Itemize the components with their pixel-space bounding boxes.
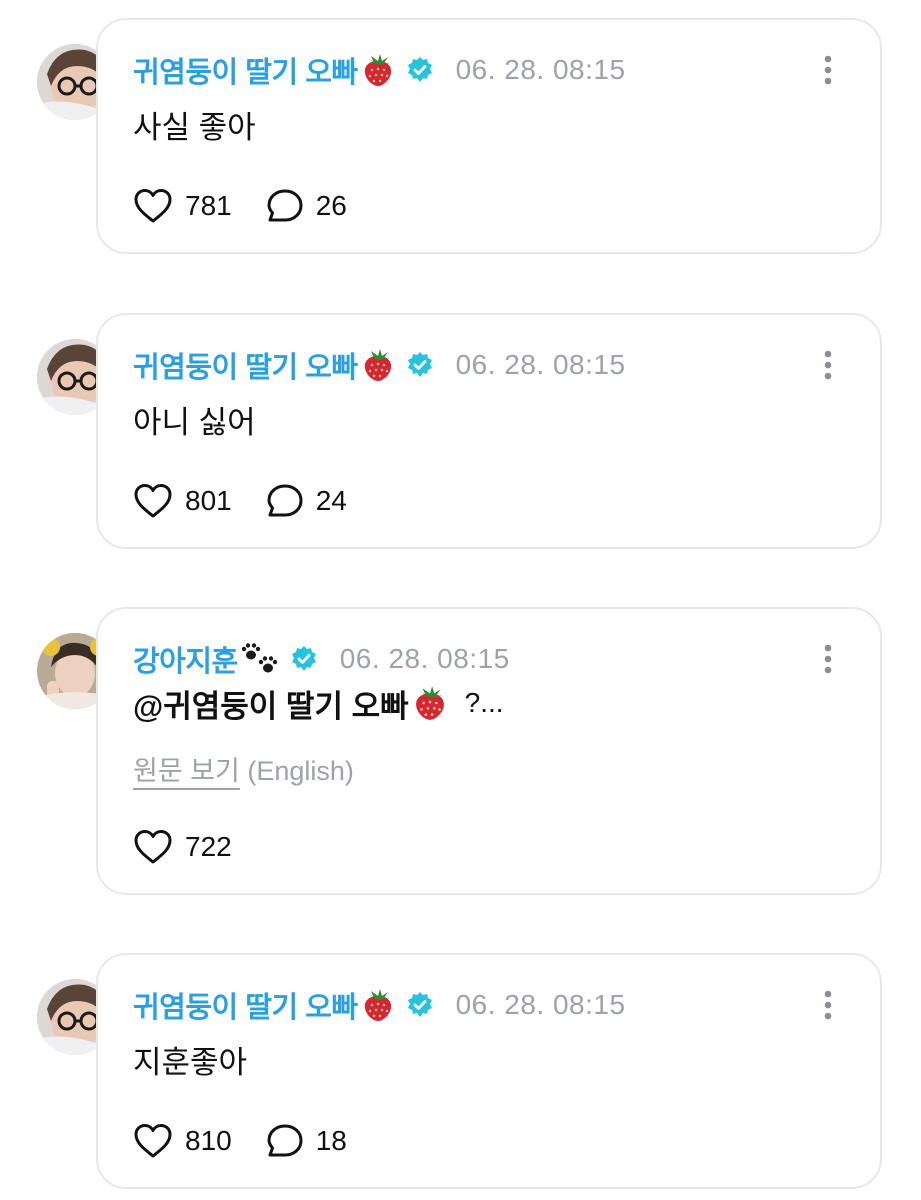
comment-icon xyxy=(266,1123,304,1159)
post-header: 귀염둥이 딸기 오빠 06. 28. 08:15 xyxy=(133,985,626,1025)
view-original-label: 원문 보기 xyxy=(133,756,240,786)
timestamp: 06. 28. 08:15 xyxy=(455,349,626,380)
heart-icon xyxy=(133,829,173,865)
more-options-icon[interactable] xyxy=(824,350,832,380)
like-count: 810 xyxy=(185,1125,232,1156)
comment-icon xyxy=(266,188,304,224)
strawberry-icon xyxy=(411,684,449,722)
comment-count: 26 xyxy=(315,190,347,221)
timestamp: 06. 28. 08:15 xyxy=(455,54,626,85)
verified-badge-icon xyxy=(290,645,318,673)
post-text: 사실 좋아 xyxy=(133,110,256,145)
post-header: 귀염둥이 딸기 오빠 06. 28. 08:15 xyxy=(133,345,626,385)
like-count: 801 xyxy=(185,485,232,516)
author-name[interactable]: 귀염둥이 딸기 오빠 xyxy=(133,49,358,91)
author-name[interactable]: 귀염둥이 딸기 오빠 xyxy=(133,344,358,386)
verified-badge-icon xyxy=(406,351,434,379)
like-button[interactable]: 781 xyxy=(133,188,232,224)
author-name[interactable]: 강아지훈 xyxy=(133,638,238,680)
timestamp: 06. 28. 08:15 xyxy=(339,643,510,674)
strawberry-icon xyxy=(360,987,396,1023)
post-card[interactable]: 귀염둥이 딸기 오빠 06. 28. 08:15 지훈좋아 810 18 xyxy=(96,953,882,1189)
post-2: 귀염둥이 딸기 오빠 06. 28. 08:15 아니 싫어 801 24 xyxy=(0,313,921,549)
post-text: 아니 싫어 xyxy=(133,405,256,440)
post-1: 귀염둥이 딸기 오빠 06. 28. 08:15 사실 좋아 781 26 xyxy=(0,18,921,254)
comment-button[interactable]: 24 xyxy=(266,483,347,519)
comment-count: 24 xyxy=(315,485,347,516)
comment-icon xyxy=(266,483,304,519)
more-options-icon[interactable] xyxy=(824,990,832,1020)
post-actions: 781 26 xyxy=(133,184,347,228)
post-actions: 810 18 xyxy=(133,1119,347,1163)
comment-count: 18 xyxy=(315,1125,347,1156)
post-header: 강아지훈 06. 28. 08:15 xyxy=(133,639,510,679)
post-text-tail: ?... xyxy=(464,687,504,718)
post-3: 강아지훈 06. 28. 08:15 @귀염둥이 딸기 오빠 ?... 원문 보… xyxy=(0,607,921,895)
like-button[interactable]: 722 xyxy=(133,829,232,865)
like-count: 781 xyxy=(185,190,232,221)
more-options-icon[interactable] xyxy=(824,55,832,85)
post-header: 귀염둥이 딸기 오빠 06. 28. 08:15 xyxy=(133,50,626,90)
mention-link[interactable]: @귀염둥이 딸기 오빠 xyxy=(133,681,409,726)
post-text: 지훈좋아 xyxy=(133,1045,248,1080)
post-actions: 722 xyxy=(133,825,232,869)
post-4: 귀염둥이 딸기 오빠 06. 28. 08:15 지훈좋아 810 18 xyxy=(0,953,921,1189)
verified-badge-icon xyxy=(406,56,434,84)
post-card[interactable]: 귀염둥이 딸기 오빠 06. 28. 08:15 사실 좋아 781 26 xyxy=(96,18,882,254)
strawberry-icon xyxy=(360,347,396,383)
paw-prints-icon xyxy=(240,642,280,676)
more-options-icon[interactable] xyxy=(824,644,832,674)
strawberry-icon xyxy=(360,52,396,88)
like-button[interactable]: 810 xyxy=(133,1123,232,1159)
post-actions: 801 24 xyxy=(133,479,347,523)
heart-icon xyxy=(133,1123,173,1159)
comment-button[interactable]: 18 xyxy=(266,1123,347,1159)
heart-icon xyxy=(133,188,173,224)
original-language: (English) xyxy=(247,756,354,786)
heart-icon xyxy=(133,483,173,519)
post-card[interactable]: 귀염둥이 딸기 오빠 06. 28. 08:15 아니 싫어 801 24 xyxy=(96,313,882,549)
post-card[interactable]: 강아지훈 06. 28. 08:15 @귀염둥이 딸기 오빠 ?... 원문 보… xyxy=(96,607,882,895)
like-count: 722 xyxy=(185,831,232,862)
post-text: @귀염둥이 딸기 오빠 ?... xyxy=(133,681,504,725)
like-button[interactable]: 801 xyxy=(133,483,232,519)
view-original-link[interactable]: 원문 보기 (English) xyxy=(133,749,354,788)
comment-button[interactable]: 26 xyxy=(266,188,347,224)
verified-badge-icon xyxy=(406,991,434,1019)
author-name[interactable]: 귀염둥이 딸기 오빠 xyxy=(133,984,358,1026)
timestamp: 06. 28. 08:15 xyxy=(455,989,626,1020)
